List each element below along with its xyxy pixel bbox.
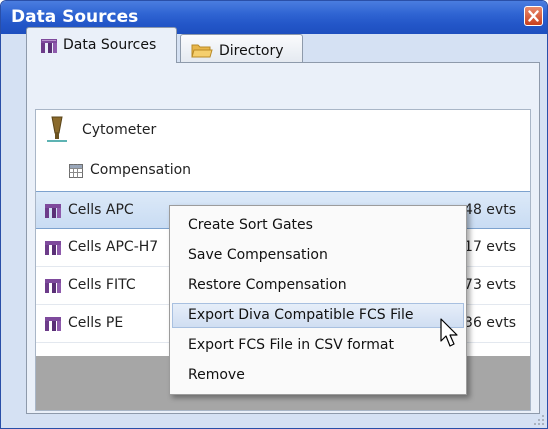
- tab-data-sources-label: Data Sources: [63, 37, 157, 53]
- menu-item-export-fcs-csv[interactable]: Export FCS File in CSV format: [172, 334, 464, 357]
- grid-icon: [69, 164, 83, 178]
- menu-item-label: Export FCS File in CSV format: [188, 337, 394, 353]
- menu-item-remove[interactable]: Remove: [172, 364, 464, 387]
- row-label: Cells APC: [68, 202, 134, 218]
- list-item-cytometer[interactable]: Cytometer: [36, 110, 530, 152]
- tab-directory-label: Directory: [219, 43, 284, 59]
- data-sources-icon: [45, 317, 61, 331]
- data-sources-icon: [41, 39, 57, 53]
- compensation-label: Compensation: [90, 162, 192, 178]
- cytometer-icon: [47, 116, 67, 142]
- menu-item-label: Create Sort Gates: [188, 217, 313, 233]
- event-count: 48 evts: [464, 202, 516, 218]
- menu-item-export-diva-fcs[interactable]: Export Diva Compatible FCS File: [172, 303, 464, 328]
- tab-directory[interactable]: Directory: [180, 34, 303, 63]
- event-count: 17 evts: [464, 239, 516, 255]
- menu-item-create-sort-gates[interactable]: Create Sort Gates: [172, 214, 464, 237]
- row-label: Cells PE: [68, 315, 124, 331]
- menu-item-label: Export Diva Compatible FCS File: [188, 307, 414, 323]
- data-sources-icon: [45, 204, 61, 218]
- menu-item-label: Remove: [188, 367, 245, 383]
- tab-data-sources[interactable]: Data Sources: [26, 27, 177, 63]
- event-count: 36 evts: [464, 315, 516, 331]
- cytometer-label: Cytometer: [82, 122, 157, 138]
- mouse-cursor-icon: [440, 318, 458, 347]
- menu-item-save-compensation[interactable]: Save Compensation: [172, 244, 464, 267]
- close-button[interactable]: [524, 6, 543, 26]
- folder-icon: [191, 44, 213, 58]
- menu-item-label: Save Compensation: [188, 247, 328, 263]
- row-label: Cells APC-H7: [68, 239, 159, 255]
- context-menu: Create Sort Gates Save Compensation Rest…: [169, 205, 467, 395]
- menu-item-label: Restore Compensation: [188, 277, 347, 293]
- data-sources-icon: [45, 241, 61, 255]
- menu-item-restore-compensation[interactable]: Restore Compensation: [172, 274, 464, 297]
- resize-grip-icon[interactable]: [533, 414, 545, 426]
- event-count: 73 evts: [464, 277, 516, 293]
- close-icon: [528, 10, 539, 22]
- window-title: Data Sources: [11, 7, 139, 27]
- list-item-compensation[interactable]: Compensation: [36, 154, 530, 188]
- row-label: Cells FITC: [68, 277, 136, 293]
- data-sources-icon: [45, 279, 61, 293]
